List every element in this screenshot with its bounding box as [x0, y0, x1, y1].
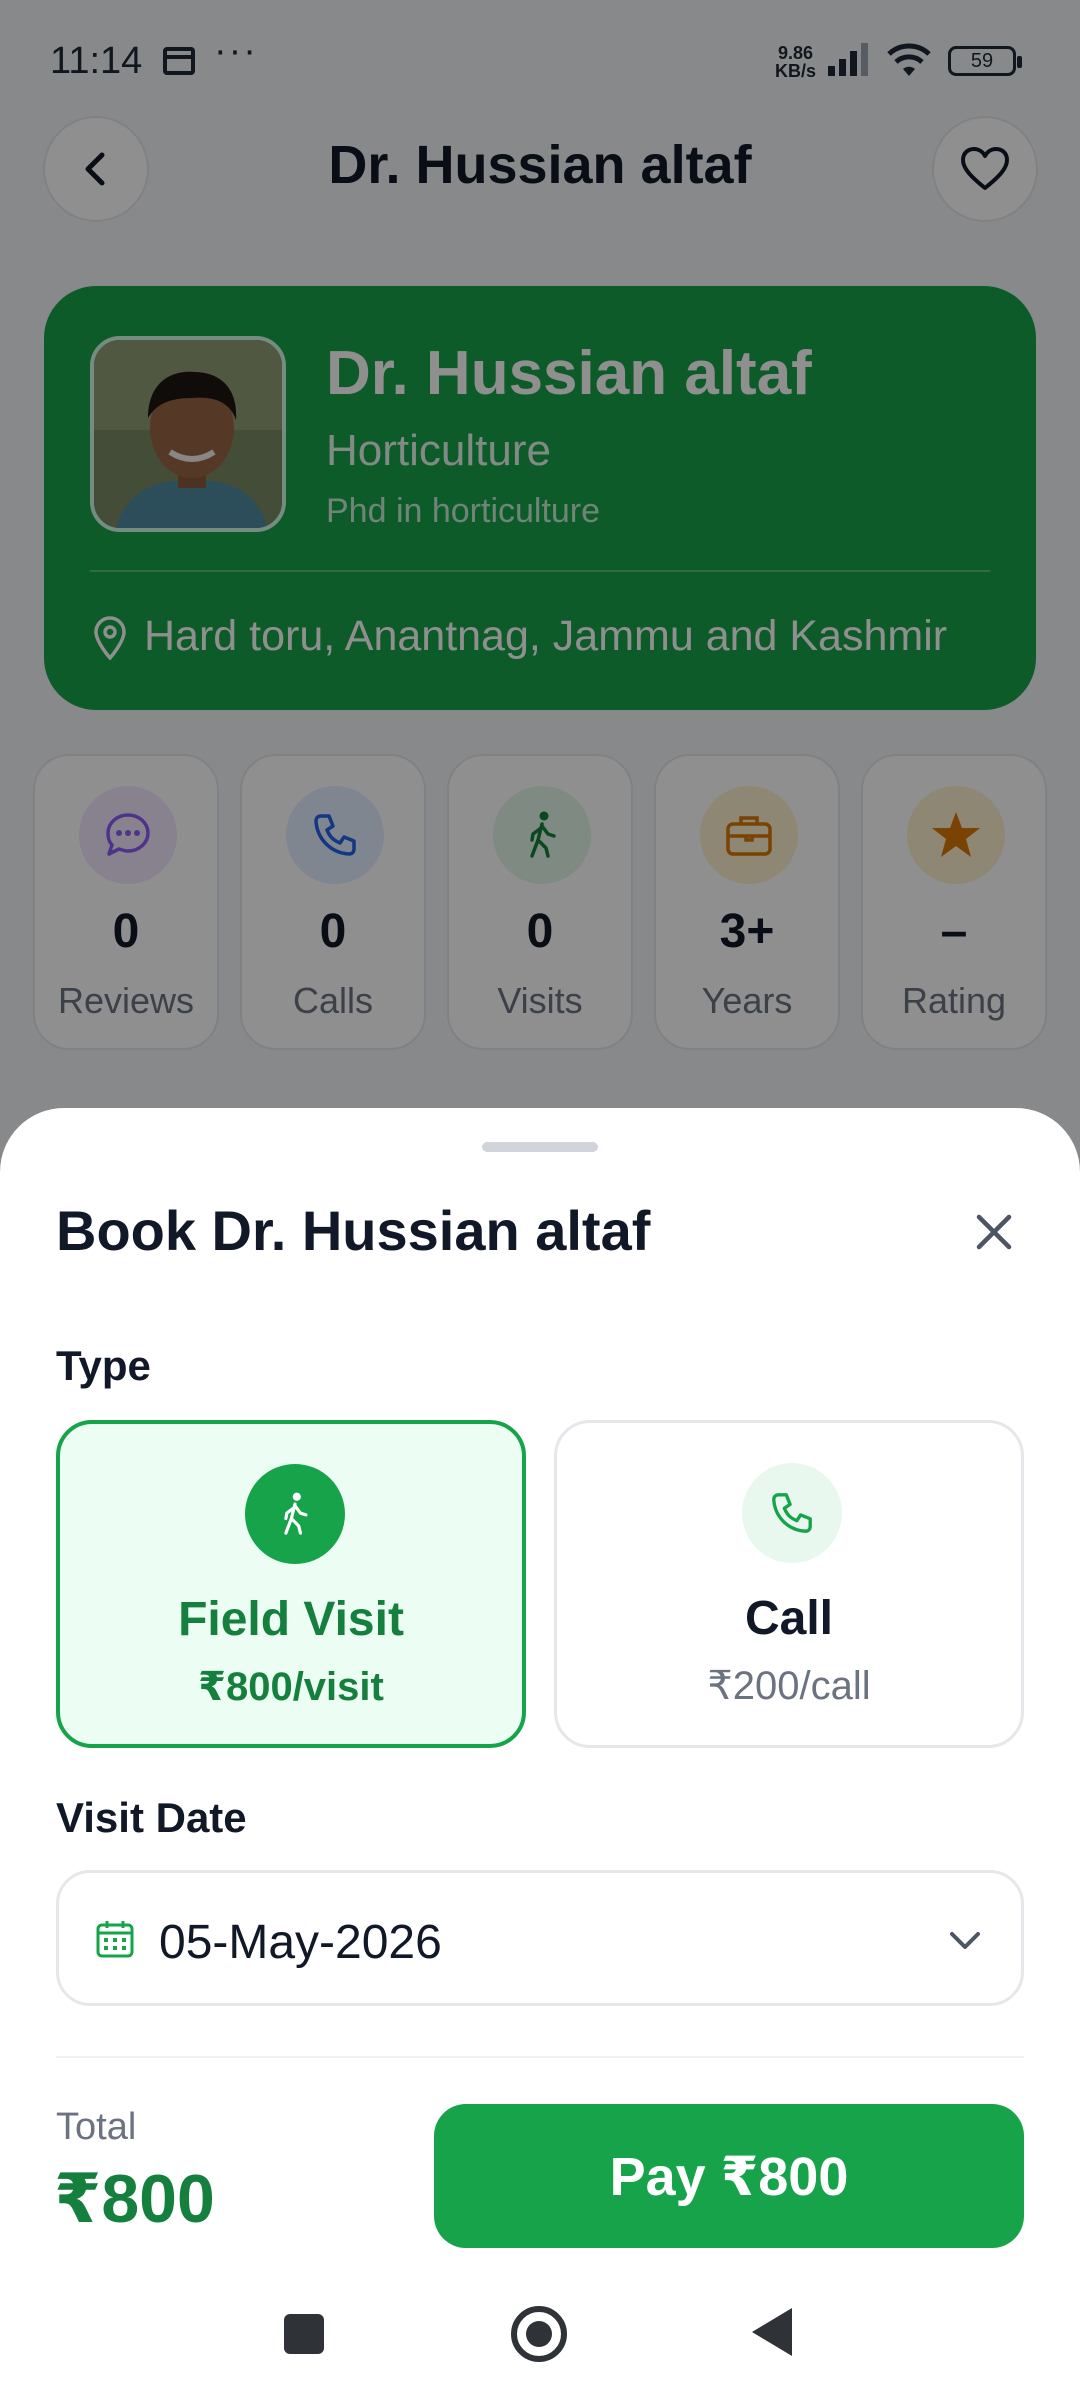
- type-label: Type: [56, 1342, 151, 1389]
- calendar-icon: [96, 1921, 134, 1958]
- walking-icon: [284, 1492, 308, 1535]
- close-button[interactable]: [966, 1204, 1022, 1260]
- booking-bottom-sheet: Book Dr. Hussian altaf Type Field Visit …: [0, 1108, 1080, 2400]
- option-name: Call: [744, 1592, 834, 1645]
- total-amount: ₹800: [54, 2161, 215, 2237]
- sheet-divider: [56, 2056, 1024, 2058]
- system-back-button[interactable]: [752, 2308, 792, 2356]
- visit-date-value: 05-May-2026: [159, 1916, 442, 1969]
- option-name: Field Visit: [178, 1593, 404, 1646]
- pay-button[interactable]: Pay ₹800: [434, 2104, 1024, 2248]
- option-price: ₹200/call: [707, 1664, 871, 1708]
- total-label: Total: [56, 2106, 137, 2148]
- booking-title: Book Dr. Hussian altaf: [56, 1199, 651, 1262]
- type-icon-circle: [742, 1463, 842, 1563]
- home-button[interactable]: [511, 2306, 567, 2362]
- field-visit-option[interactable]: Field Visit ₹800/visit: [56, 1420, 526, 1748]
- sheet-drag-handle[interactable]: [482, 1142, 598, 1152]
- visit-date-picker[interactable]: 05-May-2026: [56, 1870, 1024, 2006]
- visit-date-label: Visit Date: [56, 1794, 247, 1841]
- phone-icon: [772, 1493, 812, 1533]
- option-price: ₹800/visit: [198, 1665, 384, 1709]
- call-option[interactable]: Call ₹200/call: [554, 1420, 1024, 1748]
- system-nav-bar: [0, 2280, 1080, 2400]
- type-icon-circle: [245, 1464, 345, 1564]
- close-icon: [976, 1214, 1012, 1250]
- recent-apps-button[interactable]: [284, 2314, 324, 2354]
- chevron-down-icon: [950, 1932, 980, 1949]
